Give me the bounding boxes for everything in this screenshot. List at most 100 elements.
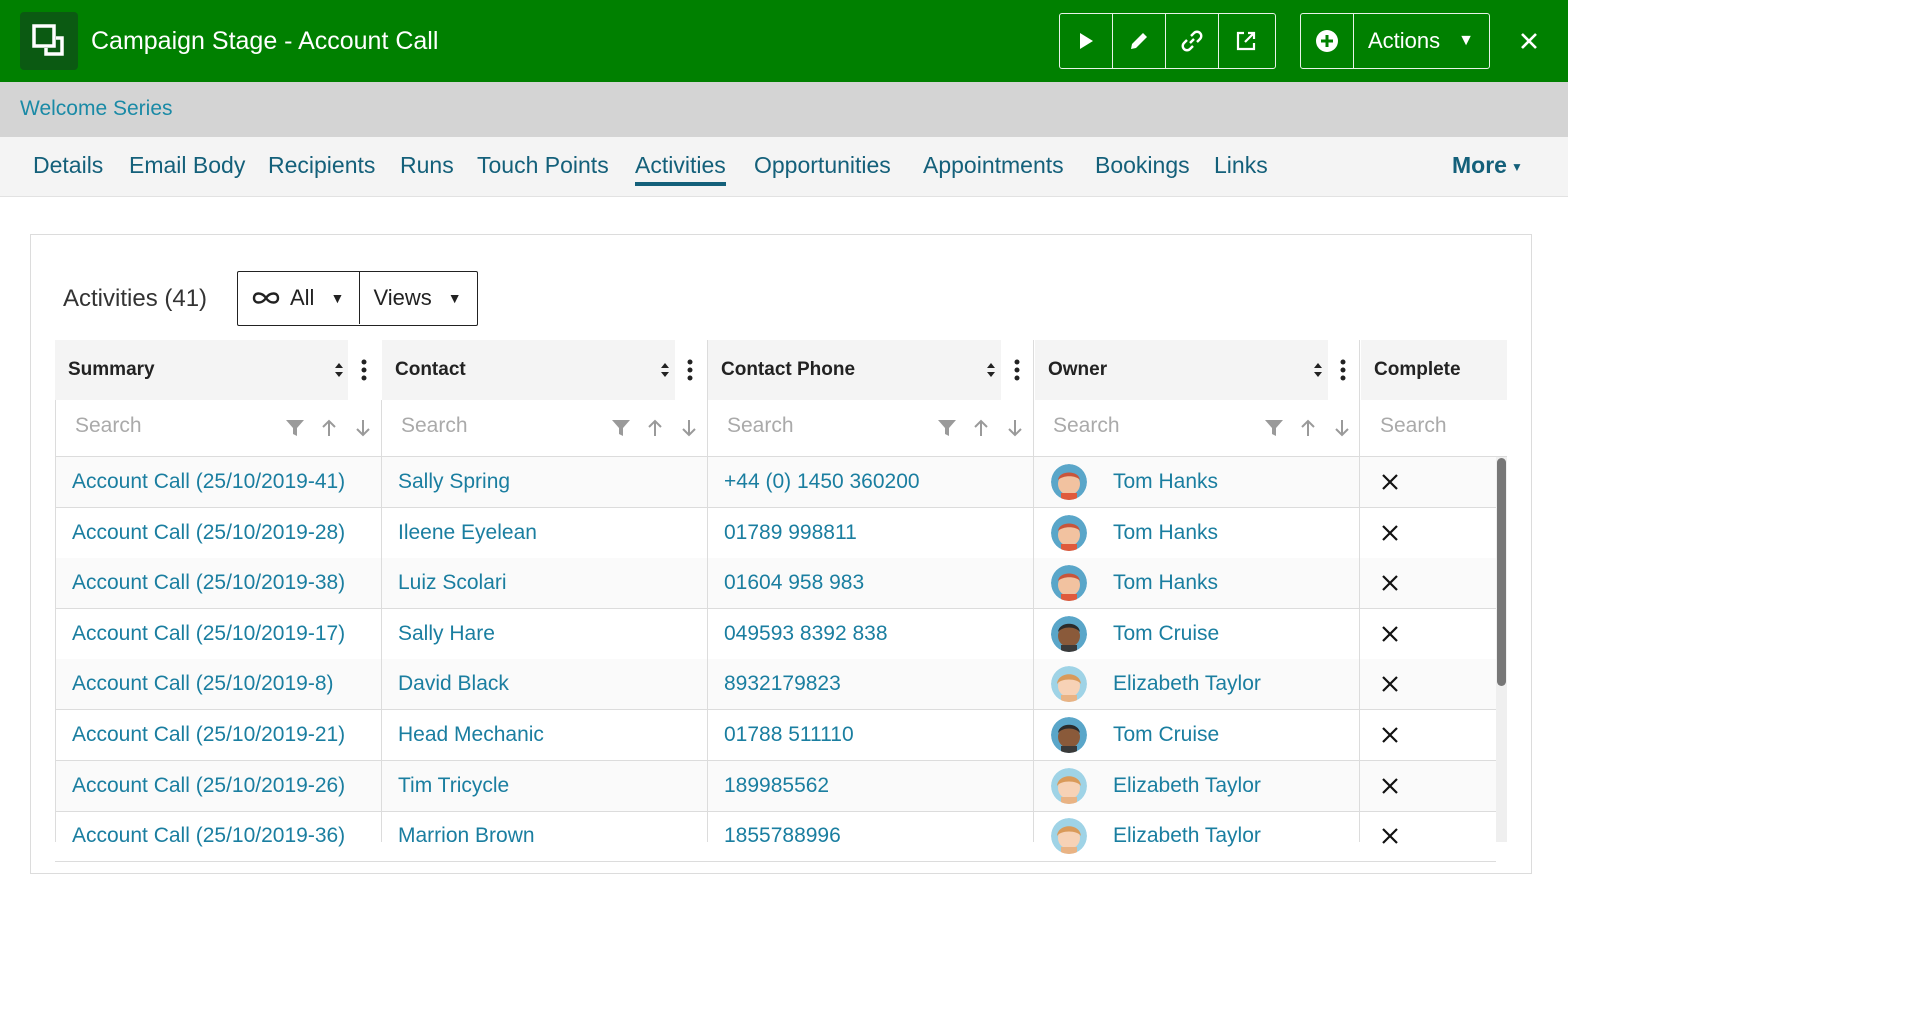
owner-link[interactable]: Tom Hanks <box>1113 508 1353 558</box>
filter-all-dropdown[interactable]: All ▼ <box>238 272 360 324</box>
contact-link[interactable]: Head Mechanic <box>398 710 698 760</box>
tab-email-body[interactable]: Email Body <box>129 152 245 179</box>
record-type-icon <box>20 12 78 70</box>
link-button[interactable] <box>1166 14 1219 68</box>
column-menu-icon[interactable] <box>1014 358 1020 382</box>
tab-appointments[interactable]: Appointments <box>923 152 1064 179</box>
column-header-summary[interactable]: Summary <box>55 340 348 400</box>
column-menu-icon[interactable] <box>687 358 693 382</box>
sort-toggle-icon[interactable] <box>1312 360 1324 380</box>
phone-link[interactable]: 049593 8392 838 <box>724 609 1024 659</box>
column-menu-icon[interactable] <box>1340 358 1346 382</box>
table-row[interactable]: Account Call (25/10/2019-17) Sally Hare 04… <box>55 609 1496 660</box>
summary-search-input[interactable] <box>75 414 265 438</box>
edit-button[interactable] <box>1113 14 1166 68</box>
add-button[interactable] <box>1301 14 1354 68</box>
column-search-tools <box>611 418 699 438</box>
sort-toggle-icon[interactable] <box>659 360 671 380</box>
incomplete-x-icon <box>1382 676 1398 693</box>
incomplete-x-icon <box>1382 727 1398 743</box>
table-row[interactable]: Account Call (25/10/2019-21) Head Mechani… <box>55 710 1496 761</box>
owner-link[interactable]: Elizabeth Taylor <box>1113 761 1353 811</box>
table-row[interactable]: Account Call (25/10/2019-8) David Black 89… <box>55 659 1496 711</box>
phone-link[interactable]: 01789 998811 <box>724 508 1024 558</box>
sort-descending-icon[interactable] <box>353 418 373 438</box>
phone-search-input[interactable] <box>727 414 917 438</box>
sort-descending-icon[interactable] <box>1332 418 1352 438</box>
tab-links[interactable]: Links <box>1214 152 1268 179</box>
sort-toggle-icon[interactable] <box>333 360 345 380</box>
table-row[interactable]: Account Call (25/10/2019-41) Sally Spring… <box>55 457 1496 508</box>
tab-details[interactable]: Details <box>33 152 103 179</box>
run-button[interactable] <box>1060 14 1113 68</box>
sort-ascending-icon[interactable] <box>971 418 991 438</box>
contact-link[interactable]: Luiz Scolari <box>398 558 698 608</box>
phone-link[interactable]: 189985562 <box>724 761 1024 811</box>
column-header-contact[interactable]: Contact <box>382 340 675 400</box>
sort-ascending-icon[interactable] <box>1298 418 1318 438</box>
summary-link[interactable]: Account Call (25/10/2019-36) <box>72 811 372 861</box>
contact-link[interactable]: Sally Spring <box>398 457 698 507</box>
phone-link[interactable]: 8932179823 <box>724 659 1024 709</box>
scrollbar-thumb[interactable] <box>1497 458 1506 686</box>
contact-link[interactable]: Ileene Eyelean <box>398 508 698 558</box>
views-dropdown[interactable]: Views ▼ <box>360 272 478 324</box>
sort-ascending-icon[interactable] <box>645 418 665 438</box>
actions-group: Actions ▼ <box>1300 13 1490 69</box>
actions-dropdown[interactable]: Actions ▼ <box>1354 14 1487 68</box>
owner-link[interactable]: Tom Cruise <box>1113 710 1353 760</box>
contact-search-input[interactable] <box>401 414 591 438</box>
sort-descending-icon[interactable] <box>679 418 699 438</box>
summary-link[interactable]: Account Call (25/10/2019-38) <box>72 558 372 608</box>
summary-link[interactable]: Account Call (25/10/2019-26) <box>72 761 372 811</box>
summary-link[interactable]: Account Call (25/10/2019-28) <box>72 508 372 558</box>
column-header-contact-phone[interactable]: Contact Phone <box>708 340 1001 400</box>
avatar <box>1051 514 1087 551</box>
tab-recipients[interactable]: Recipients <box>268 152 375 179</box>
tab-opportunities[interactable]: Opportunities <box>754 152 891 179</box>
summary-link[interactable]: Account Call (25/10/2019-8) <box>72 659 372 709</box>
tab-bookings[interactable]: Bookings <box>1095 152 1190 179</box>
column-header-complete[interactable]: Complete <box>1361 340 1507 400</box>
open-external-button[interactable] <box>1219 14 1272 68</box>
breadcrumb-link[interactable]: Welcome Series <box>20 97 173 121</box>
summary-link[interactable]: Account Call (25/10/2019-17) <box>72 609 372 659</box>
column-menu-icon[interactable] <box>361 358 367 382</box>
table-row[interactable]: Account Call (25/10/2019-36) Marrion Brow… <box>55 811 1496 863</box>
table-row[interactable]: Account Call (25/10/2019-38) Luiz Scolari… <box>55 558 1496 610</box>
avatar <box>1051 464 1087 500</box>
close-icon[interactable] <box>1514 26 1544 56</box>
owner-link[interactable]: Tom Cruise <box>1113 609 1353 659</box>
phone-link[interactable]: 01788 511110 <box>724 710 1024 760</box>
tab-runs[interactable]: Runs <box>400 152 454 179</box>
owner-search-input[interactable] <box>1053 414 1243 438</box>
phone-link[interactable]: 1855788996 <box>724 811 1024 861</box>
owner-link[interactable]: Elizabeth Taylor <box>1113 659 1353 709</box>
summary-link[interactable]: Account Call (25/10/2019-41) <box>72 457 372 507</box>
sort-descending-icon[interactable] <box>1005 418 1025 438</box>
column-header-owner[interactable]: Owner <box>1035 340 1328 400</box>
sort-toggle-icon[interactable] <box>985 360 997 380</box>
tab-touch-points[interactable]: Touch Points <box>477 152 609 179</box>
sort-ascending-icon[interactable] <box>319 418 339 438</box>
more-menu[interactable]: More ▼ <box>1452 152 1523 179</box>
complete-search-input[interactable] <box>1380 414 1490 438</box>
table-row[interactable]: Account Call (25/10/2019-26) Tim Tricycle… <box>55 760 1496 812</box>
filter-icon[interactable] <box>1264 418 1284 438</box>
filter-icon[interactable] <box>285 418 305 438</box>
filter-icon[interactable] <box>611 418 631 438</box>
contact-link[interactable]: Tim Tricycle <box>398 761 698 811</box>
phone-link[interactable]: 01604 958 983 <box>724 558 1024 608</box>
contact-link[interactable]: Marrion Brown <box>398 811 698 861</box>
owner-link[interactable]: Tom Hanks <box>1113 457 1353 507</box>
phone-link[interactable]: +44 (0) 1450 360200 <box>724 457 1024 507</box>
contact-link[interactable]: Sally Hare <box>398 609 698 659</box>
incomplete-x-icon <box>1382 575 1398 591</box>
filter-icon[interactable] <box>937 418 957 438</box>
tab-activities[interactable]: Activities <box>635 152 726 186</box>
summary-link[interactable]: Account Call (25/10/2019-21) <box>72 710 372 760</box>
owner-link[interactable]: Elizabeth Taylor <box>1113 811 1353 861</box>
contact-link[interactable]: David Black <box>398 659 698 709</box>
owner-link[interactable]: Tom Hanks <box>1113 558 1353 608</box>
table-row[interactable]: Account Call (25/10/2019-28) Ileene Eyele… <box>55 508 1496 559</box>
